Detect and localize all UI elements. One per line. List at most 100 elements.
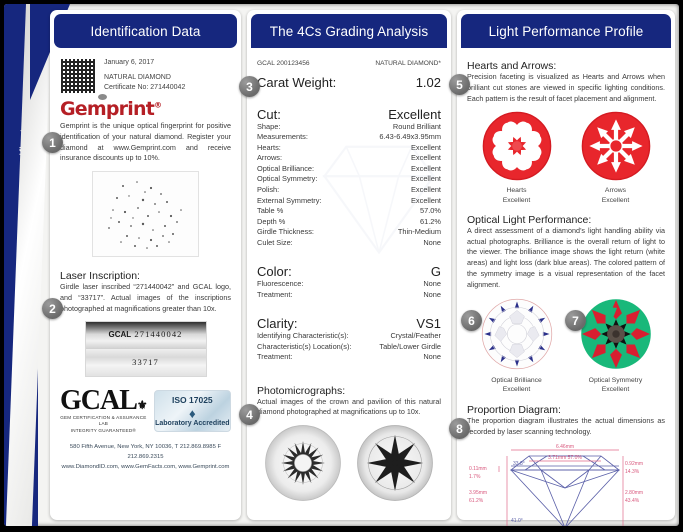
- color-detail-row: Fluorescence: None: [257, 279, 441, 290]
- proportion-diagram-description: The proportion diagram illustrates the a…: [467, 415, 665, 436]
- hearts-caption: Hearts: [506, 187, 527, 195]
- cut-detail-label: Hearts:: [257, 142, 281, 152]
- carat-weight-label: Carat Weight:: [257, 74, 337, 90]
- light-body: 5 Hearts and Arrows: Precision faceting …: [449, 52, 675, 526]
- gcal-tagline-1: GEM CERTIFICATION & ASSURANCE LAB: [60, 414, 147, 427]
- gcal-wordmark: GCAL: [60, 384, 138, 416]
- color-row: Color: G: [257, 264, 441, 279]
- qr-code-icon: [60, 58, 96, 94]
- cut-detail-value: Excellent: [411, 153, 441, 163]
- color-value: G: [430, 264, 441, 280]
- cut-detail-label: Culet Size:: [257, 237, 293, 247]
- qr-and-meta: January 6, 2017 NATURAL DIAMOND Certific…: [60, 58, 231, 94]
- certificate-page: Guaranteed Diamond Grading Certificate I…: [0, 0, 683, 532]
- gemprint-fingerprint-image: [92, 171, 199, 258]
- pd-table: 3.71mm 57.0%: [548, 455, 582, 461]
- grading-body: GCAL 200123456 NATURAL DIAMOND* 3 Carat …: [239, 52, 451, 506]
- cut-detail-row: Depth % 61.2%: [257, 217, 441, 228]
- pavilion-photomicrograph-icon: [357, 425, 433, 502]
- cut-details-list: Shape: Round Brilliant Measurements: 6.43-6…: [257, 122, 441, 248]
- badge-7: 7: [565, 310, 586, 331]
- badge-1: 1: [42, 132, 63, 153]
- color-label: Color:: [257, 264, 292, 280]
- carat-weight-value: 1.02: [415, 74, 441, 90]
- optical-symmetry-icon: [577, 295, 654, 372]
- lab-address: 580 Fifth Avenue, New York, NY 10036, T …: [69, 444, 222, 461]
- cut-detail-label: Shape:: [257, 121, 281, 131]
- symmetry-grade: Excellent: [601, 385, 630, 393]
- proportion-diagram-svg: 6.46mm 3.71mm 57.0% 0.11mm 1.7% 3.95mm 6…: [469, 444, 643, 526]
- cut-detail-value: 57.0%: [420, 206, 441, 216]
- report-meta-row: GCAL 200123456 NATURAL DIAMOND*: [257, 60, 441, 69]
- fingerprint-dots-icon: [108, 181, 182, 249]
- cut-detail-label: Measurements:: [257, 132, 308, 142]
- certificate-body: Guaranteed Diamond Grading Certificate I…: [4, 4, 679, 526]
- optical-light-performance-title: Optical Light Performance:: [467, 213, 592, 226]
- optical-brilliance-icon: [481, 298, 552, 369]
- pd-diameter: 6.46mm: [556, 444, 574, 450]
- laser-image-serial: GCAL 271440042: [85, 321, 206, 349]
- panel-light-performance: Light Performance Profile 5 Hearts and A…: [449, 10, 675, 526]
- symmetry-image-block: Optical Symmetry Excellent: [577, 295, 654, 394]
- gemprint-logo: Gemprint®: [60, 100, 231, 119]
- photomicrographs-description: Actual images of the crown and pavilion …: [257, 396, 441, 417]
- clarity-detail-row: Characteristic(s) Location(s): Table/Lowe…: [257, 342, 441, 353]
- cut-detail-value: Thin-Medium: [397, 227, 441, 237]
- cut-detail-row: Polish: Excellent: [257, 185, 441, 196]
- cut-detail-row: Arrows: Excellent: [257, 153, 441, 164]
- clarity-value: VS1: [416, 316, 441, 332]
- clarity-label: Clarity:: [257, 316, 298, 332]
- gcal-logo-text: GCAL⚜: [60, 384, 148, 416]
- laser-inscription-title: Laser Inscription:: [60, 270, 140, 283]
- iso-diamond-icon: ♦: [189, 405, 196, 421]
- arrows-image-block: Arrows Excellent: [581, 111, 651, 204]
- pd-crown-pct: 14.3%: [625, 469, 640, 475]
- clarity-detail-value: None: [423, 352, 441, 362]
- light-header-label: Light Performance Profile: [488, 23, 644, 39]
- accreditation-row: GCAL⚜ GEM CERTIFICATION & ASSURANCE LAB …: [60, 384, 231, 436]
- cut-detail-row: Shape: Round Brilliant: [257, 122, 441, 133]
- identification-header-wrap: Identification Data: [50, 10, 241, 52]
- identification-header-label: Identification Data: [90, 23, 201, 39]
- badge-8: 8: [449, 418, 470, 439]
- optical-light-performance-description: A direct assessment of a diamond’s light…: [467, 225, 665, 289]
- cut-detail-label: Optical Brilliance:: [257, 163, 315, 173]
- color-detail-value: None: [423, 289, 441, 299]
- photomicrographs-title: Photomicrographs:: [257, 384, 346, 397]
- clarity-detail-label: Treatment:: [257, 352, 293, 362]
- pd-depth-mm: 3.95mm: [469, 490, 487, 496]
- badge-6: 6: [461, 310, 482, 331]
- badge-2: 2: [42, 298, 63, 319]
- pd-pavilion-pct: 43.4%: [625, 498, 640, 504]
- cut-detail-row: Hearts: Excellent: [257, 143, 441, 154]
- cut-detail-value: 6.43-6.49x3.95mm: [379, 132, 441, 142]
- proportion-diagram-title: Proportion Diagram:: [467, 403, 561, 416]
- gcal-tagline-2: INTEGRITY GUARANTEED®: [70, 428, 136, 434]
- clarity-detail-value: Crystal/Feather: [390, 331, 441, 341]
- cut-detail-row: Culet Size: None: [257, 238, 441, 249]
- cut-detail-row: Measurements: 6.43-6.49x3.95mm: [257, 132, 441, 143]
- color-detail-row: Treatment: None: [257, 290, 441, 301]
- identification-body: 1 January 6, 2017 NATURAL DIAMOND Certif…: [42, 52, 241, 476]
- hearts-pattern-icon: [482, 112, 551, 181]
- pd-crown-mm: 0.92mm: [625, 461, 643, 467]
- cut-detail-value: Excellent: [411, 142, 441, 152]
- grading-stone-type: NATURAL DIAMOND*: [375, 60, 441, 67]
- cut-detail-label: Polish:: [257, 184, 280, 194]
- pd-pavilion-mm: 2.80mm: [625, 490, 643, 496]
- cut-detail-value: Excellent: [411, 163, 441, 173]
- cut-detail-value: Excellent: [411, 174, 441, 184]
- laser-image-number: 33717: [85, 348, 206, 376]
- cut-detail-label: Arrows:: [257, 153, 283, 163]
- arrows-grade: Excellent: [601, 196, 630, 204]
- light-header: Light Performance Profile: [461, 14, 671, 48]
- identification-header: Identification Data: [54, 14, 237, 48]
- iso-standard-label: ISO 17025: [172, 394, 213, 405]
- badge-4: 4: [239, 404, 260, 425]
- lab-websites: www.DiamondID.com, www.GemFacts.com, www…: [61, 464, 230, 471]
- cut-detail-row: Optical Symmetry: Excellent: [257, 174, 441, 185]
- cut-detail-label: Depth %: [257, 216, 286, 226]
- badge-5: 5: [449, 74, 470, 95]
- laser-serial-text: GCAL 271440042: [86, 329, 206, 339]
- badge-3: 3: [239, 76, 260, 97]
